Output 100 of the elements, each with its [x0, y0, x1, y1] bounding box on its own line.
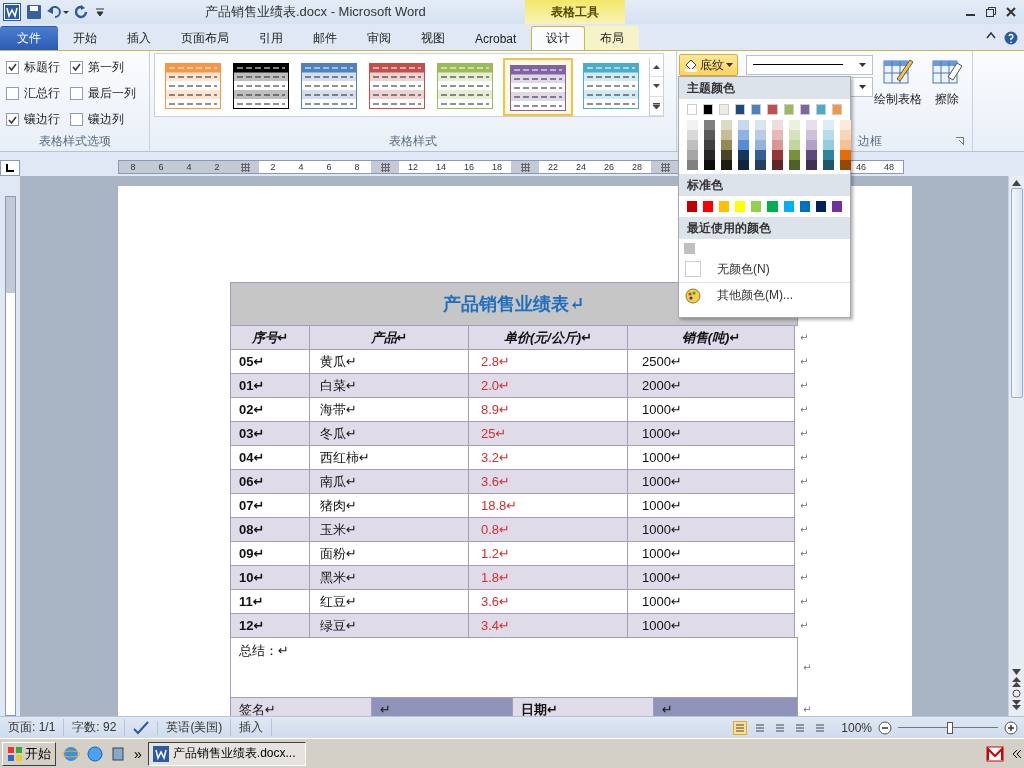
checkbox-label: 镶边行 [24, 111, 60, 129]
column-header: 销售(吨)↵ [627, 325, 795, 350]
taskbar-window-button[interactable]: 产品销售业绩表.docx... [147, 741, 306, 766]
ribbon-tab[interactable]: 设计 [531, 26, 586, 50]
row-end-mark: ↵ [800, 595, 809, 607]
table-cell: 3.6↵ [468, 469, 628, 494]
ruler-number: 2 [214, 162, 220, 172]
ribbon-tab[interactable]: 审阅 [352, 26, 406, 50]
ribbon-tab[interactable]: 布局 [585, 26, 640, 50]
table-cell: 10↵ [230, 565, 310, 590]
section-heading: 主题颜色 [679, 77, 850, 99]
row-end-mark: ↵ [800, 523, 809, 535]
ruler-number: 4 [186, 162, 192, 172]
row-end-mark: ↵ [800, 475, 809, 487]
ruler-number: 12 [408, 162, 418, 172]
table-cell: 1000↵ [627, 469, 795, 494]
eraser-button[interactable]: 擦除 [922, 51, 972, 131]
row-end-mark: ↵ [800, 427, 809, 439]
ruler-number: 26 [604, 162, 614, 172]
section-heading: 标准色 [679, 174, 850, 196]
ruler-number: 18 [492, 162, 502, 172]
table-cell: 03↵ [230, 421, 310, 446]
shading-button[interactable]: 底纹 [679, 54, 738, 76]
table-cell: ↵ [371, 697, 513, 716]
table-cell: 25↵ [468, 421, 628, 446]
ruler-number: 16 [464, 162, 474, 172]
draw-table-button[interactable]: 绘制表格 [873, 51, 923, 131]
table-cell: 绿豆↵ [309, 613, 469, 638]
ribbon-tab[interactable]: Acrobat [460, 26, 532, 50]
menu-item[interactable]: 其他颜色(M)... [679, 282, 850, 308]
group-label: 边框 [858, 132, 882, 150]
ruler-number: 46 [856, 162, 866, 172]
ruler-number: 48 [884, 162, 894, 172]
start-button[interactable]: 开始 [2, 741, 56, 766]
ruler-number: 2 [270, 162, 276, 172]
ribbon-tab[interactable]: 插入 [112, 26, 166, 50]
table-cell: 01↵ [230, 373, 310, 398]
table-cell: 08↵ [230, 517, 310, 542]
column-header: 单价(元/公斤)↵ [468, 325, 628, 350]
ribbon-tab[interactable]: 邮件 [298, 26, 352, 50]
table-cell: 玉米↵ [309, 517, 469, 542]
ribbon-tab[interactable]: 引用 [244, 26, 298, 50]
table-cell: 2000↵ [627, 373, 795, 398]
ribbon-tab[interactable]: 页面布局 [166, 26, 244, 50]
row-end-mark: ↵ [800, 571, 809, 583]
table-cell: 1000↵ [627, 517, 795, 542]
word-count[interactable]: 字数: 92 [64, 719, 126, 736]
row-end-mark: ↵ [803, 703, 812, 715]
table-cell: 06↵ [230, 469, 310, 494]
checkbox-label: 标题行 [24, 58, 60, 76]
menu-item[interactable]: 无颜色(N) [679, 256, 850, 282]
group-label: 表格样式 [388, 132, 438, 150]
ribbon-tab[interactable]: 文件 [0, 26, 58, 50]
row-end-mark: ↵ [800, 451, 809, 463]
overflow-chevron[interactable]: » [134, 745, 142, 762]
checkbox-label: 汇总行 [24, 85, 60, 102]
row-end-mark: ↵ [800, 547, 809, 559]
table-cell: 黑米↵ [309, 565, 469, 590]
column-header: 产品↵ [309, 325, 469, 350]
row-end-mark: ↵ [803, 661, 812, 673]
table-cell: 2.0↵ [468, 373, 628, 398]
table-cell: 1000↵ [627, 421, 795, 446]
ruler-number: 22 [548, 162, 558, 172]
checkbox-label: 第一列 [88, 58, 124, 76]
table-cell: 3.4↵ [468, 613, 628, 638]
ribbon-tab[interactable]: 视图 [406, 26, 460, 50]
column-header: 序号↵ [230, 325, 310, 350]
language-indicator[interactable]: 英语(美国) [158, 719, 232, 736]
group-label: 表格样式选项 [37, 132, 112, 150]
ruler-number: 8 [130, 162, 136, 172]
ruler-number: 24 [576, 162, 586, 172]
ruler-number: 6 [158, 162, 164, 172]
row-end-mark: ↵ [800, 403, 809, 415]
ribbon-tab[interactable]: 开始 [58, 26, 112, 50]
table-cell: ↵ [653, 697, 798, 716]
row-end-mark: ↵ [800, 619, 809, 631]
table-cell: 1000↵ [627, 613, 795, 638]
ruler-number: 14 [436, 162, 446, 172]
ruler-number: 8 [354, 162, 360, 172]
section-heading: 最近使用的颜色 [679, 217, 850, 239]
insert-mode[interactable]: 插入 [231, 719, 273, 736]
table-cell: 南瓜↵ [309, 469, 469, 494]
table-cell: 12↵ [230, 613, 310, 638]
table-cell: 1.8↵ [468, 565, 628, 590]
table-cell: 1000↵ [627, 565, 795, 590]
row-end-mark: ↵ [800, 379, 809, 391]
zoom-level[interactable]: 100% [841, 720, 872, 735]
table-cell: 签名↵ [230, 697, 372, 716]
page-count[interactable]: 页面: 1/1 [0, 719, 65, 736]
checkbox-label: 镶边列 [88, 111, 124, 129]
ruler-number: 4 [298, 162, 304, 172]
ruler-number: 6 [326, 162, 332, 172]
ruler-number: 28 [632, 162, 642, 172]
summary-cell: 总结：↵ [230, 637, 798, 698]
row-end-mark: ↵ [800, 331, 809, 343]
context-tab-group: 表格工具 [525, 0, 625, 24]
row-end-mark: ↵ [800, 355, 809, 367]
table-cell: 0.8↵ [468, 517, 628, 542]
checkbox-label: 最后一列 [88, 85, 136, 102]
table-cell: 白菜↵ [309, 373, 469, 398]
